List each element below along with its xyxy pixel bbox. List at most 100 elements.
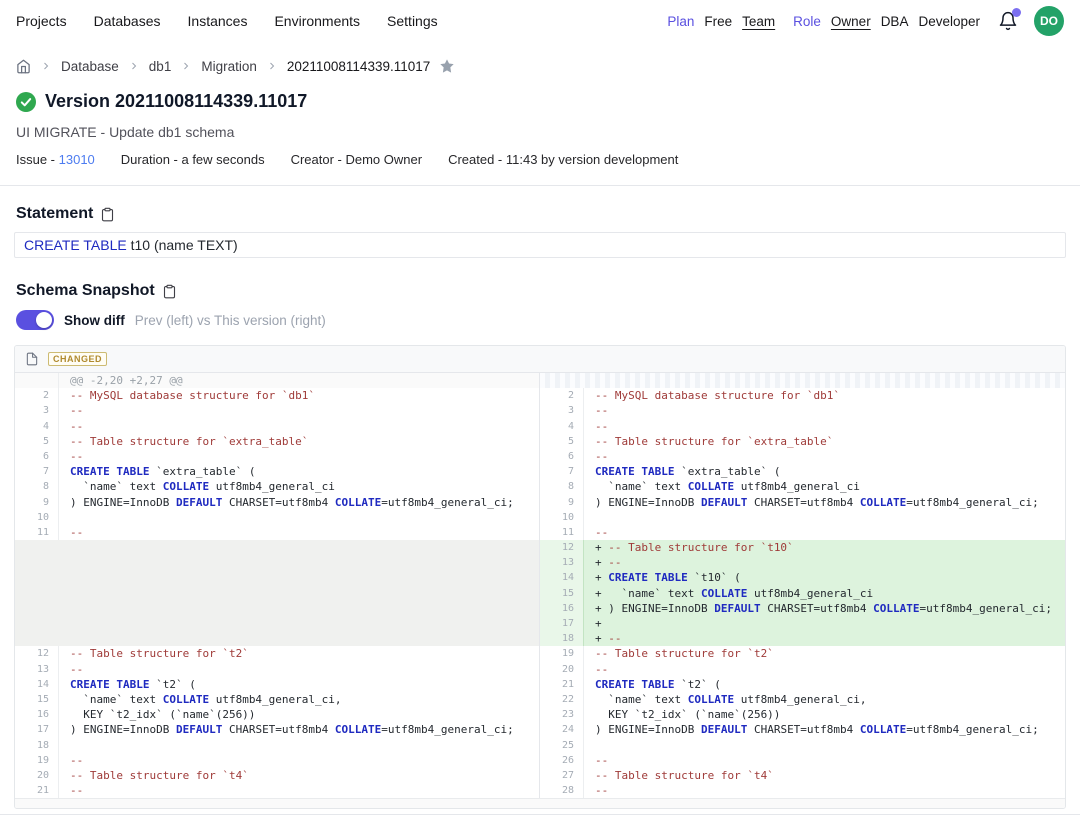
copy-snapshot-button[interactable]	[162, 284, 177, 299]
diff-line: 5-- Table structure for `extra_table`	[540, 434, 1065, 449]
line-number: 7	[15, 464, 59, 479]
line-number: 6	[540, 449, 584, 464]
diff-line: 14CREATE TABLE `t2` (	[15, 677, 539, 692]
line-number: 7	[540, 464, 584, 479]
nav-item-databases[interactable]: Databases	[94, 13, 161, 29]
code-line-text: --	[59, 403, 539, 418]
role-option-owner[interactable]: Owner	[831, 14, 871, 29]
nav-item-instances[interactable]: Instances	[188, 13, 248, 29]
diff-line: 9) ENGINE=InnoDB DEFAULT CHARSET=utf8mb4…	[15, 495, 539, 510]
code-line-text: -- Table structure for `t2`	[584, 646, 1065, 661]
diff-line: 25	[540, 738, 1065, 753]
notification-dot	[1012, 8, 1021, 17]
code-line-text: --	[584, 419, 1065, 434]
line-number: 9	[540, 495, 584, 510]
avatar[interactable]: DO	[1034, 6, 1064, 36]
line-number: 6	[15, 449, 59, 464]
star-icon[interactable]	[439, 58, 455, 74]
nav-item-settings[interactable]: Settings	[387, 13, 438, 29]
line-number: 18	[540, 631, 584, 646]
line-number: 23	[540, 707, 584, 722]
diff-stripe-filler	[540, 373, 1065, 388]
line-number	[15, 373, 59, 388]
line-number: 20	[15, 768, 59, 783]
chevron-right-icon	[180, 60, 192, 72]
role-option-dba[interactable]: DBA	[881, 14, 909, 29]
code-line-text: --	[584, 525, 1065, 540]
breadcrumb-database[interactable]: Database	[61, 59, 119, 74]
code-line-text: --	[59, 662, 539, 677]
diff-line: 18	[15, 738, 539, 753]
breadcrumb-version[interactable]: 20211008114339.11017	[287, 59, 430, 74]
diff-line: 10	[540, 510, 1065, 525]
diff-line-added: 14+ CREATE TABLE `t10` (	[540, 570, 1065, 585]
code-line-text: ) ENGINE=InnoDB DEFAULT CHARSET=utf8mb4 …	[59, 722, 539, 737]
code-line-text: KEY `t2_idx` (`name`(256))	[584, 707, 1065, 722]
line-number: 26	[540, 753, 584, 768]
diff-line: 8 `name` text COLLATE utf8mb4_general_ci	[540, 479, 1065, 494]
plan-link[interactable]: Plan	[667, 14, 694, 29]
line-number: 2	[15, 388, 59, 403]
diff-line: 7CREATE TABLE `extra_table` (	[540, 464, 1065, 479]
plan-option-free[interactable]: Free	[704, 14, 732, 29]
diff-pane-previous: @@ -2,20 +2,27 @@2-- MySQL database stru…	[15, 373, 540, 798]
code-line-text: + `name` text COLLATE utf8mb4_general_ci	[584, 586, 1065, 601]
code-line-text: `name` text COLLATE utf8mb4_general_ci,	[59, 692, 539, 707]
line-number: 15	[540, 586, 584, 601]
diff-gap-filler	[15, 540, 539, 646]
diff-line: 26--	[540, 753, 1065, 768]
code-line-text: --	[59, 525, 539, 540]
diff-line: 23 KEY `t2_idx` (`name`(256))	[540, 707, 1065, 722]
diff-body: @@ -2,20 +2,27 @@2-- MySQL database stru…	[15, 373, 1065, 798]
diff-line-added: 17+	[540, 616, 1065, 631]
code-line-text	[584, 738, 1065, 753]
diff-line: 13--	[15, 662, 539, 677]
line-number: 15	[15, 692, 59, 707]
breadcrumb-db1[interactable]: db1	[149, 59, 172, 74]
diff-line: 24) ENGINE=InnoDB DEFAULT CHARSET=utf8mb…	[540, 722, 1065, 737]
copy-statement-button[interactable]	[100, 207, 115, 222]
horizontal-scrollbar[interactable]	[15, 798, 1065, 808]
line-number: 24	[540, 722, 584, 737]
code-line-text: + ) ENGINE=InnoDB DEFAULT CHARSET=utf8mb…	[584, 601, 1065, 616]
line-number: 10	[15, 510, 59, 525]
breadcrumb-migration[interactable]: Migration	[201, 59, 257, 74]
nav-item-projects[interactable]: Projects	[16, 13, 67, 29]
code-line-text	[59, 738, 539, 753]
code-line-text: CREATE TABLE `extra_table` (	[59, 464, 539, 479]
plan-switcher: Plan Free Team	[667, 14, 775, 29]
diff-line-added: 15+ `name` text COLLATE utf8mb4_general_…	[540, 586, 1065, 601]
diff-line: 5-- Table structure for `extra_table`	[15, 434, 539, 449]
role-link[interactable]: Role	[793, 14, 821, 29]
meta-creator: Creator - Demo Owner	[291, 152, 422, 167]
diff-hunk-header: @@ -2,20 +2,27 @@	[15, 373, 539, 388]
role-option-developer[interactable]: Developer	[918, 14, 980, 29]
diff-line: 4--	[15, 419, 539, 434]
diff-line: 22 `name` text COLLATE utf8mb4_general_c…	[540, 692, 1065, 707]
plan-option-team[interactable]: Team	[742, 14, 775, 29]
diff-line: 15 `name` text COLLATE utf8mb4_general_c…	[15, 692, 539, 707]
line-number: 8	[540, 479, 584, 494]
diff-line: 28--	[540, 783, 1065, 798]
line-number: 16	[15, 707, 59, 722]
notification-bell-button[interactable]	[998, 11, 1018, 31]
line-number: 10	[540, 510, 584, 525]
line-number: 5	[540, 434, 584, 449]
show-diff-toggle[interactable]	[16, 310, 54, 330]
issue-link[interactable]: 13010	[59, 152, 95, 167]
statement-sql: CREATE TABLE t10 (name TEXT)	[14, 232, 1066, 258]
code-line-text: CREATE TABLE `t2` (	[59, 677, 539, 692]
diff-line: 20--	[540, 662, 1065, 677]
line-number	[540, 373, 584, 388]
home-icon[interactable]	[16, 59, 31, 74]
diff-header: CHANGED	[15, 346, 1065, 373]
role-switcher: Role Owner DBA Developer	[793, 14, 980, 29]
code-line-text: ) ENGINE=InnoDB DEFAULT CHARSET=utf8mb4 …	[59, 495, 539, 510]
version-header: Version 20211008114339.11017	[16, 91, 1064, 112]
chevron-right-icon	[40, 60, 52, 72]
line-number: 5	[15, 434, 59, 449]
diff-line-added: 12+ -- Table structure for `t10`	[540, 540, 1065, 555]
schema-diff-viewer: CHANGED @@ -2,20 +2,27 @@2-- MySQL datab…	[14, 345, 1066, 809]
nav-item-environments[interactable]: Environments	[274, 13, 360, 29]
line-number: 3	[540, 403, 584, 418]
